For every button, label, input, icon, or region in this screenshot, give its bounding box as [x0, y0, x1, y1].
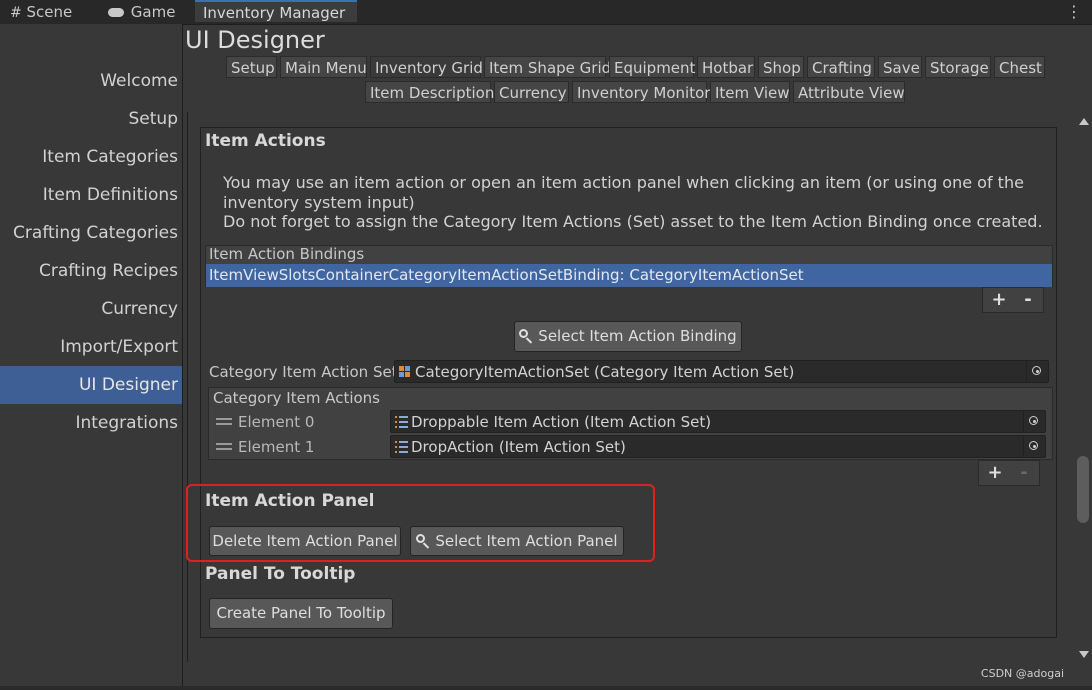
item-actions-description-3: Do not forget to assign the Category Ite… — [223, 212, 1043, 231]
create-panel-to-tooltip-button[interactable]: Create Panel To Tooltip — [209, 598, 393, 629]
sidebar-item-currency[interactable]: Currency — [0, 290, 182, 328]
tab-main-menu[interactable]: Main Menu — [280, 56, 367, 78]
sidebar: Welcome Setup Item Categories Item Defin… — [0, 24, 182, 690]
element-0-label: Element 0 — [238, 413, 315, 431]
scrollbar-thumb[interactable] — [1077, 456, 1089, 523]
tab-inventory-monitor[interactable]: Inventory Monitor — [572, 81, 710, 103]
tab-hotbar[interactable]: Hotbar — [697, 56, 755, 78]
category-item-action-set-value: CategoryItemActionSet (Category Item Act… — [415, 363, 795, 381]
actions-add-remove: + - — [978, 460, 1040, 486]
item-action-set-icon — [395, 416, 408, 428]
tab-game[interactable]: Game — [108, 0, 175, 24]
bottom-border — [0, 686, 1092, 690]
select-item-action-binding-label: Select Item Action Binding — [538, 327, 737, 345]
element-1-label: Element 1 — [238, 438, 315, 456]
panel-to-tooltip-heading: Panel To Tooltip — [205, 564, 356, 584]
content-divider — [187, 112, 188, 662]
sidebar-item-crafting-categories[interactable]: Crafting Categories — [0, 214, 182, 252]
sidebar-item-welcome[interactable]: Welcome — [0, 62, 182, 100]
drag-handle-icon[interactable] — [216, 443, 232, 451]
editor-tab-bar: # Scene Game Inventory Manager ⋮ — [0, 0, 1092, 25]
tab-item-shape-grid[interactable]: Item Shape Grid — [484, 56, 611, 78]
page-title: UI Designer — [185, 26, 325, 54]
tab-shop[interactable]: Shop — [758, 56, 804, 78]
watermark: CSDN @adogai — [980, 667, 1064, 680]
tab-inventory-manager-label: Inventory Manager — [203, 4, 346, 22]
annotation-highlight-box — [186, 484, 655, 562]
item-actions-description-2: inventory system input) — [223, 193, 415, 212]
tab-inventory-manager[interactable]: Inventory Manager — [195, 0, 357, 22]
drag-handle-icon[interactable] — [216, 418, 232, 426]
tab-save[interactable]: Save — [878, 56, 922, 78]
tab-setup[interactable]: Setup — [226, 56, 277, 78]
element-0-field[interactable]: Droppable Item Action (Item Action Set) — [390, 410, 1046, 433]
select-item-action-binding-button[interactable]: Select Item Action Binding — [514, 321, 742, 352]
object-picker-icon[interactable] — [1026, 361, 1048, 383]
list-item[interactable]: ItemViewSlotsContainerCategoryItemAction… — [206, 264, 1052, 287]
remove-element-button[interactable]: - — [1010, 461, 1038, 485]
item-actions-heading: Item Actions — [205, 131, 326, 151]
object-picker-icon[interactable] — [1023, 411, 1045, 433]
category-item-action-set-field[interactable]: CategoryItemActionSet (Category Item Act… — [394, 360, 1049, 383]
sidebar-item-item-categories[interactable]: Item Categories — [0, 138, 182, 176]
sidebar-item-import-export[interactable]: Import/Export — [0, 328, 182, 366]
element-1-value: DropAction (Item Action Set) — [411, 438, 626, 456]
vertical-scrollbar[interactable] — [1075, 112, 1092, 668]
tab-inventory-grid[interactable]: Inventory Grid — [370, 56, 483, 78]
hash-icon: # — [10, 5, 22, 21]
gamepad-icon — [108, 8, 124, 17]
category-item-actions-header: Category Item Actions — [213, 389, 380, 407]
tab-scene-label: Scene — [26, 3, 73, 21]
tab-attribute-view[interactable]: Attribute View — [793, 81, 905, 103]
sidebar-divider — [182, 24, 183, 690]
sidebar-item-ui-designer[interactable]: UI Designer — [0, 366, 182, 404]
tab-chest[interactable]: Chest — [994, 56, 1045, 78]
scroll-down-icon[interactable] — [1079, 651, 1089, 658]
search-icon — [519, 329, 533, 343]
scriptable-object-icon — [399, 366, 411, 378]
scroll-up-icon[interactable] — [1079, 118, 1089, 125]
add-binding-button[interactable]: + — [985, 288, 1013, 312]
object-picker-icon[interactable] — [1023, 436, 1045, 458]
element-1-field[interactable]: DropAction (Item Action Set) — [390, 435, 1046, 458]
tab-item-description[interactable]: Item Description — [365, 81, 494, 103]
element-0-value: Droppable Item Action (Item Action Set) — [411, 413, 712, 431]
item-action-bindings-header: Item Action Bindings — [209, 245, 365, 263]
kebab-menu-icon[interactable]: ⋮ — [1066, 2, 1082, 21]
tab-scene[interactable]: # Scene — [10, 0, 72, 24]
remove-binding-button[interactable]: - — [1014, 288, 1042, 312]
tab-item-view[interactable]: Item View — [710, 81, 790, 103]
category-item-action-set-label: Category Item Action Set — [209, 363, 398, 381]
tab-game-label: Game — [130, 3, 176, 21]
sidebar-item-crafting-recipes[interactable]: Crafting Recipes — [0, 252, 182, 290]
sidebar-item-integrations[interactable]: Integrations — [0, 404, 182, 442]
bindings-add-remove: + - — [982, 287, 1044, 313]
tab-crafting[interactable]: Crafting — [807, 56, 875, 78]
add-element-button[interactable]: + — [981, 461, 1009, 485]
tab-equipment[interactable]: Equipment — [609, 56, 695, 78]
sidebar-item-setup[interactable]: Setup — [0, 100, 182, 138]
tab-storage[interactable]: Storage — [925, 56, 991, 78]
sidebar-item-item-definitions[interactable]: Item Definitions — [0, 176, 182, 214]
item-action-set-icon — [395, 441, 408, 453]
tab-currency[interactable]: Currency — [494, 81, 569, 103]
item-actions-description-1: You may use an item action or open an it… — [223, 173, 1024, 192]
